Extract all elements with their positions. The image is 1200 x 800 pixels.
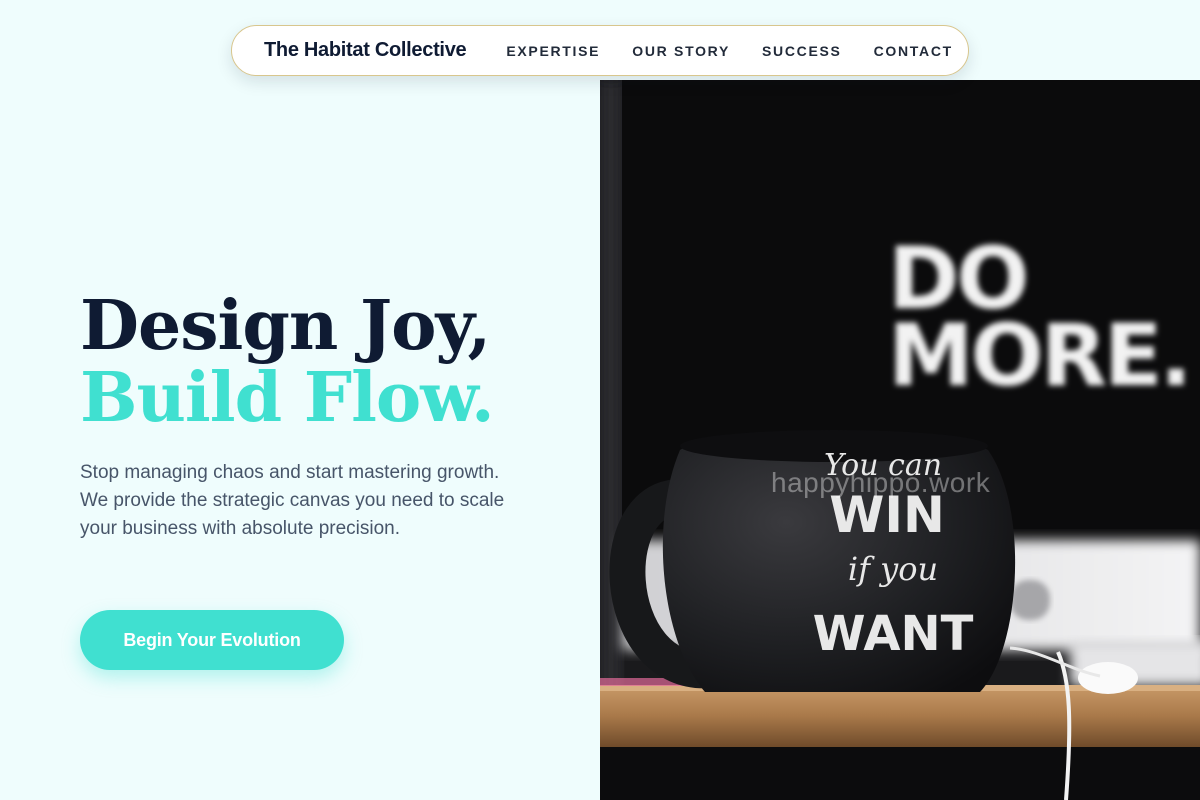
hero-subtitle: Stop managing chaos and start mastering … xyxy=(80,462,505,539)
screen-text-more: MORE. xyxy=(888,306,1189,406)
nav-link-expertise[interactable]: EXPERTISE xyxy=(506,43,600,59)
hero-title: Design Joy, Build Flow. xyxy=(80,286,495,438)
nav-links: EXPERTISE OUR STORY SUCCESS CONTACT xyxy=(506,43,953,59)
hero-title-line1: Design Joy, xyxy=(80,286,491,366)
hero-photo-illustration: DO MORE. You can WIN if you WANT xyxy=(600,80,1200,800)
nav-link-our-story[interactable]: OUR STORY xyxy=(632,43,730,59)
hero-photo: DO MORE. You can WIN if you WANT happyhi… xyxy=(600,80,1200,800)
begin-evolution-button[interactable]: Begin Your Evolution xyxy=(80,610,344,670)
nav-link-contact[interactable]: CONTACT xyxy=(874,43,953,59)
nav-link-success[interactable]: SUCCESS xyxy=(762,43,842,59)
watermark: happyhippo.work xyxy=(771,467,991,498)
hero-title-line2: Build Flow. xyxy=(80,358,495,438)
brand-logo-text[interactable]: The Habitat Collective xyxy=(264,39,467,62)
mug-text-want: WANT xyxy=(813,606,974,662)
top-nav: The Habitat Collective EXPERTISE OUR STO… xyxy=(231,25,969,76)
mug-text-if-you: if you xyxy=(848,550,938,588)
